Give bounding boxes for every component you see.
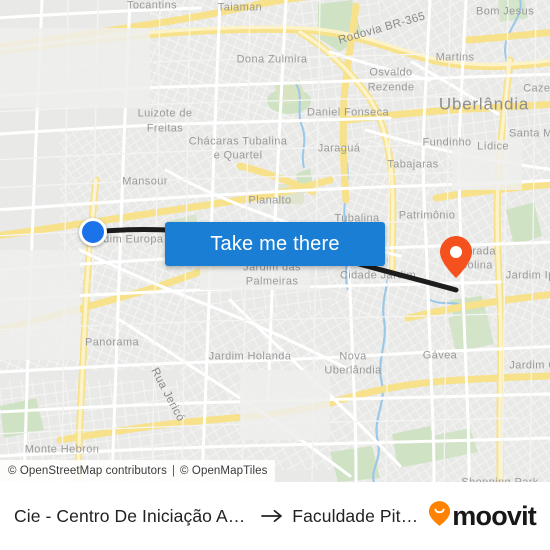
take-me-there-label: Take me there — [210, 232, 340, 255]
openmaptiles-attribution-link[interactable]: © OpenMapTiles — [180, 465, 267, 477]
map-pin-icon — [440, 236, 472, 278]
osm-attribution-link[interactable]: © OpenStreetMap contributors — [8, 465, 167, 477]
origin-marker[interactable] — [79, 218, 107, 246]
moovit-pin-icon — [428, 500, 451, 532]
attribution-separator: | — [171, 465, 176, 477]
route-summary: Cie - Centro De Iniciação Ao Es… Faculda… — [14, 506, 422, 527]
map-canvas[interactable]: Tocantins Taiaman Bom Jesus Rodovia BR-365 D… — [0, 0, 550, 482]
arrow-right-icon — [261, 509, 283, 523]
take-me-there-button[interactable]: Take me there — [165, 222, 385, 266]
moovit-wordmark: moovit — [452, 500, 537, 531]
destination-marker[interactable] — [439, 235, 473, 279]
map-attribution: © OpenStreetMap contributors | © OpenMap… — [0, 460, 276, 482]
route-origin-name: Cie - Centro De Iniciação Ao Es… — [14, 505, 252, 526]
route-footer: Cie - Centro De Iniciação Ao Es… Faculda… — [0, 482, 550, 550]
moovit-route-widget: Tocantins Taiaman Bom Jesus Rodovia BR-365 D… — [0, 0, 550, 550]
route-destination-name: Faculdade Pitág… — [292, 505, 422, 526]
moovit-logo[interactable]: moovit — [428, 500, 537, 532]
